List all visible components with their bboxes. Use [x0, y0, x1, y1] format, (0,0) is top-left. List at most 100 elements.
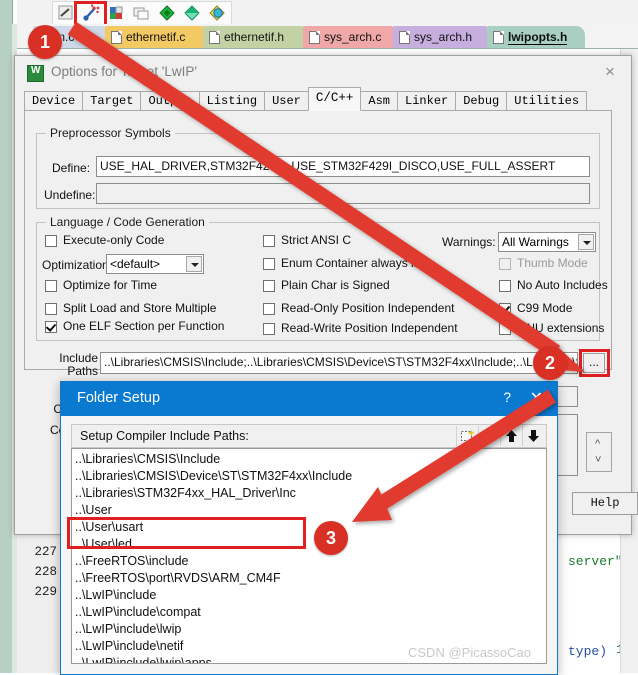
file-tab-sys-arch-c[interactable]: sys_arch.c [303, 26, 399, 48]
label-execute-only-code: Execute-only Code [63, 233, 165, 247]
include-path-row[interactable]: ..\Libraries\STM32F4xx_HAL_Driver\Inc [75, 485, 546, 502]
help-button[interactable]: Help [572, 492, 638, 515]
include-path-row[interactable]: ..\LwIP\include\compat [75, 604, 546, 621]
label-no-auto-includes: No Auto Includes [517, 278, 608, 292]
options-tab-debug[interactable]: Debug [455, 91, 508, 111]
folder-setup-toolbar: Setup Compiler Include Paths: [71, 424, 547, 448]
new-path-icon[interactable] [456, 426, 478, 446]
options-tab-utilities[interactable]: Utilities [506, 91, 588, 111]
file-tab-sys-arch-h[interactable]: sys_arch.h [393, 26, 493, 48]
code-string-literal: server" [568, 554, 623, 569]
define-label: Define: [52, 161, 91, 175]
close-icon[interactable]: ✕ [530, 388, 543, 408]
file-tab-label: lwipopts.h [508, 29, 568, 45]
warnings-value: All Warnings [502, 235, 569, 249]
file-tab-label: sys_arch.h [414, 30, 473, 44]
optimization-select[interactable]: <default> [106, 254, 204, 274]
file-tab-ethernetif-h[interactable]: ethernetif.h [203, 26, 309, 48]
configuration-wizard-teal-icon[interactable] [180, 3, 204, 24]
callout-badge-1: 1 [28, 25, 62, 59]
multi-project-windows-icon[interactable] [130, 3, 154, 24]
file-tab-lwipopts-h[interactable]: lwipopts.h [487, 26, 585, 48]
line-number: 227 [34, 545, 57, 559]
keil-uvision-icon [27, 65, 44, 82]
include-path-row[interactable]: ..\FreeRTOS\include [75, 553, 546, 570]
label-plain-char-signed: Plain Char is Signed [281, 278, 390, 292]
options-tab-user[interactable]: User [264, 91, 309, 111]
configuration-wizard-green-icon[interactable] [155, 3, 179, 24]
chevron-down-icon[interactable] [186, 256, 202, 272]
undefine-input[interactable] [96, 183, 590, 204]
file-icon [493, 30, 504, 44]
include-path-row[interactable]: ..\LwIP\include [75, 587, 546, 604]
checkbox-gnu-extensions[interactable] [499, 323, 511, 335]
options-tab-linker[interactable]: Linker [397, 91, 457, 111]
checkbox-split-load-store[interactable] [45, 303, 57, 315]
checkbox-read-write-position-independent[interactable] [263, 323, 275, 335]
folder-setup-titlebar[interactable]: Folder Setup ? ✕ [61, 382, 557, 416]
chevron-down-icon[interactable] [578, 234, 594, 250]
move-down-icon[interactable] [522, 426, 544, 446]
checkbox-plain-char-signed[interactable] [263, 280, 275, 292]
label-enum-container: Enum Container always int [281, 256, 424, 270]
options-tab-device[interactable]: Device [24, 91, 84, 111]
options-tab-c-c--[interactable]: C/C++ [307, 87, 362, 111]
options-tab-output[interactable]: Output [140, 91, 200, 111]
file-icon [309, 30, 320, 44]
checkbox-no-auto-includes[interactable] [499, 280, 511, 292]
file-tab-label: sys_arch.c [324, 30, 382, 44]
browse-button-highlight-box [579, 349, 610, 377]
checkbox-optimize-for-time[interactable] [45, 280, 57, 292]
checkbox-enum-container[interactable] [263, 258, 275, 270]
label-gnu-extensions: GNU extensions [517, 321, 605, 335]
chevron-down-icon[interactable]: ˅ [595, 454, 601, 466]
pack-installer-globe-icon[interactable] [205, 3, 229, 24]
file-icon [111, 30, 122, 44]
include-path-row[interactable]: ..\FreeRTOS\port\RVDS\ARM_CM4F [75, 570, 546, 587]
include-path-row[interactable]: ..\LwIP\include\lwip [75, 621, 546, 638]
include-paths-label: Include Paths [59, 351, 98, 378]
label-c99-mode: C99 Mode [517, 301, 573, 315]
include-paths-input[interactable]: ..\Libraries\CMSIS\Include;..\Libraries\… [100, 352, 578, 374]
close-icon[interactable]: × [599, 62, 621, 82]
compiler-string-spinner[interactable]: ^ ˅ [586, 432, 612, 472]
chevron-up-icon[interactable]: ^ [595, 438, 600, 450]
move-up-icon[interactable] [500, 426, 522, 446]
define-input[interactable]: USE_HAL_DRIVER,STM32F429xx,USE_STM32F429… [96, 156, 590, 177]
label-split-load-store: Split Load and Store Multiple [63, 301, 217, 315]
undefine-label: Undefine: [44, 188, 96, 202]
line-number: 228 [34, 565, 57, 579]
file-tab-label: ethernetif.c [126, 30, 186, 44]
options-tab-listing[interactable]: Listing [198, 91, 266, 111]
options-dialog-titlebar[interactable]: Options for Target 'LwIP' × [15, 56, 631, 89]
checkbox-execute-only-code[interactable] [45, 235, 57, 247]
callout-badge-3: 3 [314, 521, 348, 555]
watermark-text: CSDN @PicassoCao [408, 645, 532, 660]
optimization-label: Optimization: [42, 258, 113, 272]
label-read-write-position-independent: Read-Write Position Independent [281, 321, 458, 335]
delete-path-icon[interactable] [478, 426, 500, 446]
options-tab-target[interactable]: Target [82, 91, 142, 111]
include-path-row[interactable]: ..\Libraries\CMSIS\Include [75, 451, 546, 468]
folder-setup-tool-buttons [456, 426, 544, 446]
checkbox-strict-ansi-c[interactable] [263, 235, 275, 247]
warnings-select[interactable]: All Warnings [498, 232, 596, 252]
include-path-row[interactable]: ..\Libraries\CMSIS\Device\ST\STM32F4xx\I… [75, 468, 546, 485]
checkbox-c99-mode[interactable] [499, 303, 511, 315]
options-tab-asm[interactable]: Asm [360, 91, 399, 111]
options-tab-row: Device Target Output Listing User C/C++ Asm Lin… [24, 87, 594, 111]
freertos-paths-highlight-box [67, 517, 306, 549]
file-tab-label: ethernetif.h [224, 30, 285, 44]
checkbox-one-elf-section[interactable] [45, 321, 57, 333]
checkbox-read-only-position-independent[interactable] [263, 303, 275, 315]
include-paths-list[interactable]: ..\Libraries\CMSIS\Include ..\Libraries\C… [71, 448, 547, 664]
file-icon [209, 30, 220, 44]
file-tab-strip: main.cethernetif.cethernetif.hsys_arch.c… [17, 24, 638, 49]
help-icon[interactable]: ? [503, 389, 511, 405]
label-thumb-mode: Thumb Mode [517, 256, 588, 270]
manage-project-items-icon[interactable] [105, 3, 129, 24]
label-read-only-position-independent: Read-Only Position Independent [281, 301, 455, 315]
file-tab-ethernetif-c[interactable]: ethernetif.c [105, 26, 209, 48]
checkbox-thumb-mode [499, 258, 511, 270]
file-icon [399, 30, 410, 44]
